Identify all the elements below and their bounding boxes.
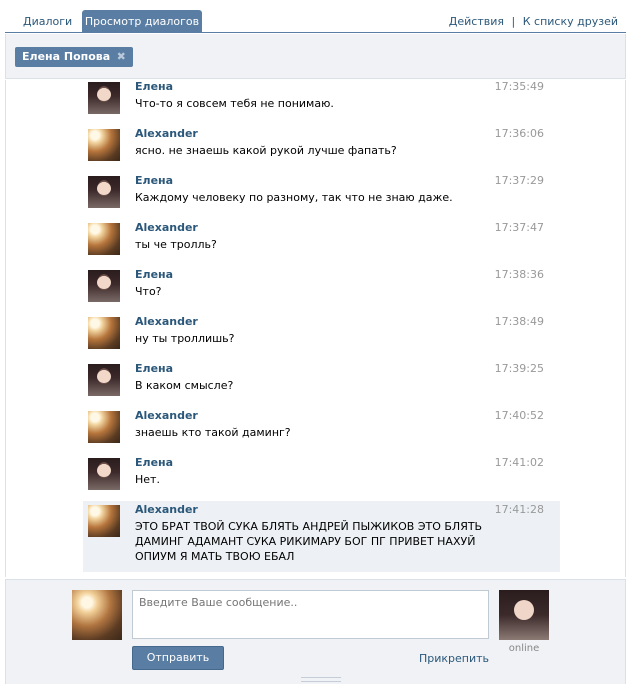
friends-list-link[interactable]: К списку друзей <box>523 15 618 28</box>
composer: Отправить Прикрепить online <box>5 579 626 684</box>
message-row-selected: Alexander ЭТО БРАТ ТВОЙ СУКА БЛЯТЬ АНДРЕ… <box>83 501 560 572</box>
message-author[interactable]: Alexander <box>135 221 198 234</box>
elena-avatar[interactable] <box>88 458 120 490</box>
message-row: Елена Что? 17:38:36 <box>83 266 560 313</box>
message-input[interactable] <box>132 590 489 639</box>
elena-avatar[interactable] <box>88 176 120 208</box>
attach-link[interactable]: Прикрепить <box>419 652 489 665</box>
elena-avatar[interactable] <box>88 270 120 302</box>
top-links: Действия | К списку друзей <box>449 10 618 33</box>
message-text: В каком смысле? <box>135 379 234 392</box>
message-row: Alexander ты че тролль? 17:37:47 <box>83 219 560 266</box>
message-time: 17:37:29 <box>494 174 544 187</box>
message-time: 17:36:06 <box>494 127 544 140</box>
message-history[interactable]: Елена Что-то я совсем тебя не понимаю. 1… <box>5 80 626 577</box>
peer-bar: Елена Попова ✖ <box>5 34 626 79</box>
my-avatar[interactable] <box>72 590 122 640</box>
message-row: Елена Что-то я совсем тебя не понимаю. 1… <box>83 80 560 125</box>
peer-avatar[interactable] <box>499 590 549 640</box>
message-time: 17:41:02 <box>494 456 544 469</box>
tab-dialog-view[interactable]: Просмотр диалогов <box>82 10 202 33</box>
alexander-avatar[interactable] <box>88 411 120 443</box>
resize-grip-icon[interactable] <box>301 677 341 682</box>
message-author[interactable]: Alexander <box>135 315 198 328</box>
message-text: Каждому человеку по разному, так что не … <box>135 191 453 204</box>
elena-avatar[interactable] <box>88 364 120 396</box>
message-row: Елена Нет. 17:41:02 <box>83 454 560 501</box>
alexander-avatar[interactable] <box>88 317 120 349</box>
message-row: Alexander ну ты троллишь? 17:38:49 <box>83 313 560 360</box>
send-button[interactable]: Отправить <box>132 646 224 670</box>
message-text: Нет. <box>135 473 160 486</box>
message-author[interactable]: Alexander <box>135 127 198 140</box>
message-text: ЭТО БРАТ ТВОЙ СУКА БЛЯТЬ АНДРЕЙ ПЫЖИКОВ … <box>135 520 483 563</box>
message-text: ясно. не знаешь какой рукой лучше фапать… <box>135 144 397 157</box>
alexander-avatar[interactable] <box>88 129 120 161</box>
message-row: Alexander ясно. не знаешь какой рукой лу… <box>83 125 560 172</box>
close-icon[interactable]: ✖ <box>115 51 127 63</box>
message-time: 17:39:25 <box>494 362 544 375</box>
message-text: Что? <box>135 285 162 298</box>
message-text: знаешь кто такой даминг? <box>135 426 291 439</box>
message-row: Елена В каком смысле? 17:39:25 <box>83 360 560 407</box>
message-row: Елена Каждому человеку по разному, так ч… <box>83 172 560 219</box>
message-author[interactable]: Alexander <box>135 503 198 516</box>
message-author[interactable]: Alexander <box>135 409 198 422</box>
message-time: 17:38:36 <box>494 268 544 281</box>
message-author[interactable]: Елена <box>135 268 173 281</box>
top-links-separator: | <box>511 15 516 28</box>
message-text: ну ты троллишь? <box>135 332 235 345</box>
message-author[interactable]: Елена <box>135 456 173 469</box>
message-time: 17:40:52 <box>494 409 544 422</box>
alexander-avatar[interactable] <box>88 223 120 255</box>
message-time: 17:38:49 <box>494 315 544 328</box>
message-author[interactable]: Елена <box>135 80 173 93</box>
message-author[interactable]: Елена <box>135 362 173 375</box>
peer-chip[interactable]: Елена Попова ✖ <box>15 47 134 67</box>
tab-dialogs[interactable]: Диалоги <box>14 10 81 33</box>
online-status: online <box>508 643 540 654</box>
message-time: 17:37:47 <box>494 221 544 234</box>
message-text: ты че тролль? <box>135 238 217 251</box>
message-author[interactable]: Елена <box>135 174 173 187</box>
actions-link[interactable]: Действия <box>449 15 504 28</box>
message-time: 17:41:28 <box>494 503 544 516</box>
message-text: Что-то я совсем тебя не понимаю. <box>135 97 334 110</box>
tabs-bar: Диалоги Просмотр диалогов Действия | К с… <box>5 10 626 33</box>
peer-name: Елена Попова <box>22 50 111 63</box>
message-row: Alexander знаешь кто такой даминг? 17:40… <box>83 407 560 454</box>
alexander-avatar[interactable] <box>88 505 120 537</box>
message-time: 17:35:49 <box>494 80 544 93</box>
elena-avatar[interactable] <box>88 82 120 114</box>
